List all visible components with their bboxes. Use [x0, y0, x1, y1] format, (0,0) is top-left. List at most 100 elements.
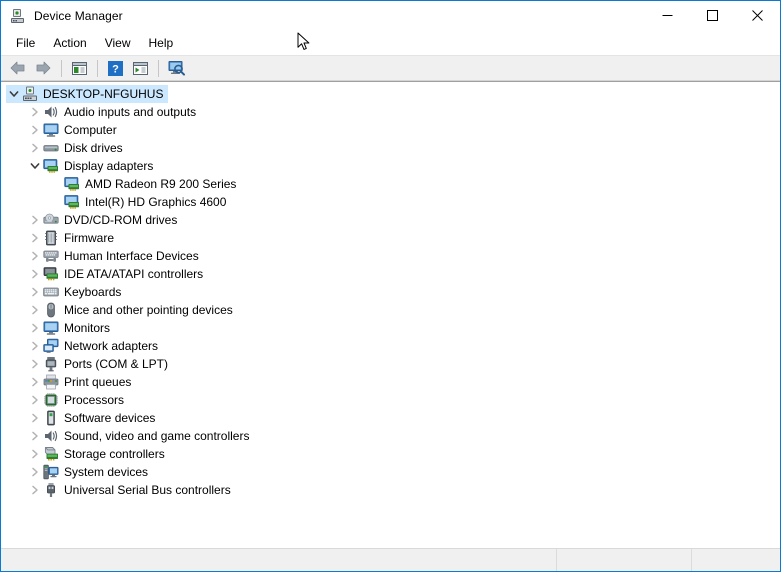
tree-node-audio-inputs-and-outputs[interactable]: Audio inputs and outputs — [1, 103, 780, 121]
tree-node-row[interactable]: Print queues — [27, 373, 136, 391]
tree-node-row[interactable]: Software devices — [27, 409, 160, 427]
tree-node-row[interactable]: DVD/CD-ROM drives — [27, 211, 182, 229]
tree-node-dvd-cd-rom-drives[interactable]: DVD/CD-ROM drives — [1, 211, 780, 229]
tree-node-row[interactable]: Firmware — [27, 229, 119, 247]
tree-node-ide-ata-atapi-controllers[interactable]: IDE ATA/ATAPI controllers — [1, 265, 780, 283]
chevron-right-icon[interactable] — [27, 373, 43, 391]
chevron-right-icon[interactable] — [27, 409, 43, 427]
tree-node-ports-com-lpt[interactable]: Ports (COM & LPT) — [1, 355, 780, 373]
chevron-right-icon[interactable] — [27, 445, 43, 463]
toolbar-separator-1 — [61, 59, 62, 77]
chevron-right-icon[interactable] — [27, 391, 43, 409]
close-button[interactable] — [735, 1, 780, 30]
back-arrow-icon[interactable] — [6, 57, 30, 79]
tree-node-intel-r-hd-graphics-4600[interactable]: Intel(R) HD Graphics 4600 — [1, 193, 780, 211]
title-bar[interactable]: Device Manager — [1, 1, 780, 30]
menu-file[interactable]: File — [7, 33, 44, 53]
tree-node-row[interactable]: Computer — [27, 121, 122, 139]
tree-node-row[interactable]: Mice and other pointing devices — [27, 301, 238, 319]
tree-node-label: Network adapters — [64, 339, 159, 353]
minimize-button[interactable] — [645, 1, 690, 30]
chevron-down-icon[interactable] — [6, 85, 22, 103]
tree-node-human-interface-devices[interactable]: Human Interface Devices — [1, 247, 780, 265]
tree-node-row[interactable]: DESKTOP-NFGUHUS — [6, 85, 169, 103]
tree-node-row[interactable]: Display adapters — [27, 157, 158, 175]
help-icon[interactable]: ? — [103, 57, 127, 79]
chevron-right-icon[interactable] — [27, 229, 43, 247]
chevron-right-icon[interactable] — [27, 301, 43, 319]
display-adapter-icon — [64, 176, 80, 192]
tree-node-mice-and-other-pointing-devices[interactable]: Mice and other pointing devices — [1, 301, 780, 319]
tree-node-print-queues[interactable]: Print queues — [1, 373, 780, 391]
tree-node-row[interactable]: AMD Radeon R9 200 Series — [48, 175, 241, 193]
menu-view[interactable]: View — [96, 33, 140, 53]
status-bar — [1, 548, 780, 571]
tree-node-system-devices[interactable]: System devices — [1, 463, 780, 481]
forward-arrow-icon[interactable] — [31, 57, 55, 79]
tree-node-row[interactable]: Keyboards — [27, 283, 126, 301]
tree-node-monitors[interactable]: Monitors — [1, 319, 780, 337]
device-tree[interactable]: DESKTOP-NFGUHUS Audio inputs and outputs… — [1, 82, 780, 548]
status-pane-main — [1, 549, 557, 571]
properties-icon[interactable] — [128, 57, 152, 79]
chevron-right-icon[interactable] — [27, 121, 43, 139]
tree-node-firmware[interactable]: Firmware — [1, 229, 780, 247]
dvd-drive-icon — [43, 212, 59, 228]
tree-node-disk-drives[interactable]: Disk drives — [1, 139, 780, 157]
tree-node-universal-serial-bus-controllers[interactable]: Universal Serial Bus controllers — [1, 481, 780, 499]
chevron-right-icon[interactable] — [27, 481, 43, 499]
menu-help[interactable]: Help — [140, 33, 183, 53]
tree-node-display-adapters[interactable]: Display adapters — [1, 157, 780, 175]
chevron-right-icon[interactable] — [27, 103, 43, 121]
tree-node-row[interactable]: Monitors — [27, 319, 115, 337]
tree-node-label: Human Interface Devices — [64, 249, 199, 263]
console-content: DESKTOP-NFGUHUS Audio inputs and outputs… — [1, 81, 780, 548]
tree-node-row[interactable]: Storage controllers — [27, 445, 170, 463]
display-adapter-icon — [43, 158, 59, 174]
tree-node-row[interactable]: Network adapters — [27, 337, 163, 355]
tree-node-software-devices[interactable]: Software devices — [1, 409, 780, 427]
tree-node-storage-controllers[interactable]: Storage controllers — [1, 445, 780, 463]
chevron-right-icon[interactable] — [27, 283, 43, 301]
chevron-right-icon[interactable] — [27, 265, 43, 283]
chevron-right-icon[interactable] — [27, 319, 43, 337]
tree-node-network-adapters[interactable]: Network adapters — [1, 337, 780, 355]
toolbar-separator-2 — [97, 59, 98, 77]
tree-node-row[interactable]: Processors — [27, 391, 129, 409]
tree-node-row[interactable]: Ports (COM & LPT) — [27, 355, 173, 373]
chevron-right-icon[interactable] — [27, 211, 43, 229]
maximize-button[interactable] — [690, 1, 735, 30]
tree-node-row[interactable]: Human Interface Devices — [27, 247, 204, 265]
tree-node-row[interactable]: Universal Serial Bus controllers — [27, 481, 236, 499]
tree-node-row[interactable]: System devices — [27, 463, 153, 481]
menu-action[interactable]: Action — [44, 33, 95, 53]
tree-node-processors[interactable]: Processors — [1, 391, 780, 409]
tree-node-label: Universal Serial Bus controllers — [64, 483, 231, 497]
tree-node-computer[interactable]: Computer — [1, 121, 780, 139]
tree-node-amd-radeon-r9-200-series[interactable]: AMD Radeon R9 200 Series — [1, 175, 780, 193]
chevron-right-icon[interactable] — [27, 427, 43, 445]
chevron-right-icon[interactable] — [27, 247, 43, 265]
tree-node-sound-video-and-game-controllers[interactable]: Sound, video and game controllers — [1, 427, 780, 445]
tree-node-row[interactable]: Sound, video and game controllers — [27, 427, 254, 445]
chevron-right-icon[interactable] — [27, 139, 43, 157]
tree-node-label: Computer — [64, 123, 117, 137]
tree-node-row[interactable]: IDE ATA/ATAPI controllers — [27, 265, 208, 283]
scan-for-hardware-changes-icon[interactable] — [164, 57, 188, 79]
tree-node-row[interactable]: Audio inputs and outputs — [27, 103, 201, 121]
chevron-right-icon[interactable] — [27, 463, 43, 481]
software-device-icon — [43, 410, 59, 426]
chevron-right-icon[interactable] — [27, 355, 43, 373]
tree-node-keyboards[interactable]: Keyboards — [1, 283, 780, 301]
tree-node-row[interactable]: Disk drives — [27, 139, 128, 157]
menu-bar: File Action View Help — [1, 30, 780, 56]
firmware-icon — [43, 230, 59, 246]
chevron-down-icon[interactable] — [27, 157, 43, 175]
tree-node-desktop-nfguhus[interactable]: DESKTOP-NFGUHUS — [1, 85, 780, 103]
tree-node-row[interactable]: Intel(R) HD Graphics 4600 — [48, 193, 231, 211]
show-hide-console-tree-icon[interactable] — [67, 57, 91, 79]
toolbar: ? — [1, 56, 780, 81]
chevron-right-icon[interactable] — [27, 337, 43, 355]
